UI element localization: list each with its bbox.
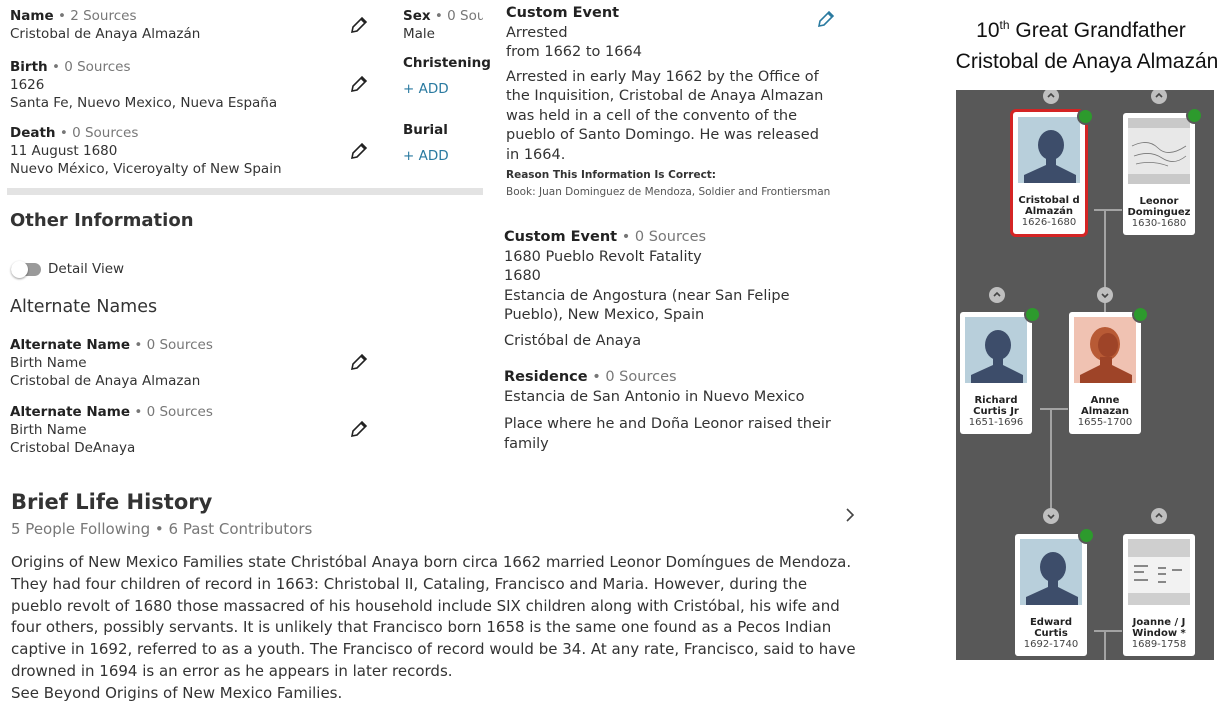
expand-chevron-up-icon[interactable] bbox=[1151, 508, 1167, 524]
custom-event-pueblo-revolt: Custom Event • 0 Sources 1680 Pueblo Rev… bbox=[504, 229, 790, 349]
residence-event: Residence • 0 Sources Estancia de San An… bbox=[504, 369, 831, 452]
christening-label: Christening bbox=[403, 55, 491, 71]
tree-person-card[interactable]: Joanne / J Window * 1689-1758 bbox=[1123, 534, 1195, 656]
expand-chevron-down-icon[interactable] bbox=[1043, 508, 1059, 524]
male-silhouette-icon bbox=[1018, 117, 1080, 183]
tree-connector bbox=[1104, 631, 1106, 660]
alternate-names-heading: Alternate Names bbox=[10, 297, 158, 317]
reason-text: Book: Juan Dominguez de Mendoza, Soldier… bbox=[506, 186, 831, 198]
other-information-heading: Other Information bbox=[10, 210, 194, 231]
tree-person-card[interactable]: Leonor Dominguez 1630-1680 bbox=[1123, 113, 1195, 235]
document-image-icon bbox=[1128, 118, 1190, 184]
section-divider bbox=[7, 188, 483, 195]
tree-person-card[interactable]: Anne Almazan 1655-1700 bbox=[1069, 312, 1141, 434]
add-christening-link[interactable]: + ADD bbox=[403, 80, 449, 98]
tree-connector bbox=[1040, 408, 1068, 410]
burial-label: Burial bbox=[403, 122, 448, 138]
tree-person-card[interactable]: Edward Curtis 1692-1740 bbox=[1015, 534, 1087, 656]
birth-label: Birth • 0 Sources 1626 Santa Fe, Nuevo M… bbox=[10, 59, 278, 111]
tree-connector bbox=[1050, 409, 1052, 517]
female-silhouette-icon bbox=[1074, 317, 1136, 383]
edit-alt-name-1-pencil-icon[interactable] bbox=[349, 352, 369, 372]
tree-connector bbox=[1094, 209, 1122, 211]
edit-custom-event-pencil-icon[interactable] bbox=[816, 9, 836, 29]
death-date: 11 August 1680 bbox=[10, 143, 118, 159]
chevron-right-icon[interactable] bbox=[844, 507, 856, 523]
sex-label: Sex • 0 Sourc Male bbox=[403, 8, 483, 42]
family-tree-panel: Cristobal d Almazán 1626-1680 Leonor Doming… bbox=[956, 90, 1214, 660]
birth-place: Santa Fe, Nuevo Mexico, Nueva España bbox=[10, 95, 278, 111]
edit-birth-pencil-icon[interactable] bbox=[349, 74, 369, 94]
detail-view-toggle[interactable] bbox=[11, 261, 41, 278]
edit-alt-name-2-pencil-icon[interactable] bbox=[349, 419, 369, 439]
alternate-name-1: Alternate Name • 0 Sources Birth Name Cr… bbox=[10, 337, 213, 389]
life-history-body: Origins of New Mexico Families state Chr… bbox=[11, 552, 859, 705]
expand-chevron-down-icon[interactable] bbox=[1097, 287, 1113, 303]
tree-title-name: Cristobal de Anaya Almazán bbox=[955, 50, 1219, 73]
sex-value: Male bbox=[403, 26, 435, 42]
edit-name-pencil-icon[interactable] bbox=[349, 15, 369, 35]
record-hint-badge-icon[interactable] bbox=[1024, 306, 1041, 323]
expand-chevron-up-icon[interactable] bbox=[1151, 90, 1167, 104]
expand-chevron-up-icon[interactable] bbox=[989, 287, 1005, 303]
birth-date: 1626 bbox=[10, 77, 45, 93]
record-hint-badge-icon[interactable] bbox=[1186, 107, 1203, 124]
male-silhouette-icon bbox=[965, 317, 1027, 383]
document-image-icon bbox=[1128, 539, 1190, 605]
record-hint-badge-icon[interactable] bbox=[1132, 306, 1149, 323]
following-contributors: 5 People Following • 6 Past Contributors bbox=[11, 520, 313, 538]
name-value: Cristobal de Anaya Almazán bbox=[10, 26, 201, 42]
expand-chevron-up-icon[interactable] bbox=[1043, 90, 1059, 104]
event-title: Arrested bbox=[506, 24, 568, 41]
record-hint-badge-icon[interactable] bbox=[1078, 527, 1095, 544]
reason-label: Reason This Information Is Correct: bbox=[506, 169, 717, 181]
name-label: Name • 2 Sources Cristobal de Anaya Alma… bbox=[10, 8, 201, 42]
custom-event-arrested: Custom Event Arrested from 1662 to 1664 … bbox=[506, 4, 836, 201]
add-burial-link[interactable]: + ADD bbox=[403, 147, 449, 165]
death-label: Death • 0 Sources 11 August 1680 Nuevo M… bbox=[10, 125, 282, 177]
death-place: Nuevo México, Viceroyalty of New Spain bbox=[10, 161, 282, 177]
event-dates: from 1662 to 1664 bbox=[506, 44, 642, 60]
edit-death-pencil-icon[interactable] bbox=[349, 141, 369, 161]
alternate-name-2: Alternate Name • 0 Sources Birth Name Cr… bbox=[10, 404, 213, 456]
tree-connector bbox=[1094, 630, 1122, 632]
male-silhouette-icon bbox=[1020, 539, 1082, 605]
see-also-text: See Beyond Origins of New Mexico Familie… bbox=[11, 683, 343, 702]
record-hint-badge-icon[interactable] bbox=[1077, 108, 1094, 125]
tree-title-relationship: 10th Great Grandfather bbox=[976, 18, 1186, 42]
brief-life-history-heading: Brief Life History bbox=[11, 490, 213, 514]
event-description: Arrested in early May 1662 by the Office… bbox=[506, 68, 824, 163]
detail-view-label: Detail View bbox=[48, 261, 125, 277]
tree-person-card[interactable]: Cristobal d Almazán 1626-1680 bbox=[1013, 112, 1085, 234]
tree-person-card[interactable]: Richard Curtis Jr 1651-1696 bbox=[960, 312, 1032, 434]
